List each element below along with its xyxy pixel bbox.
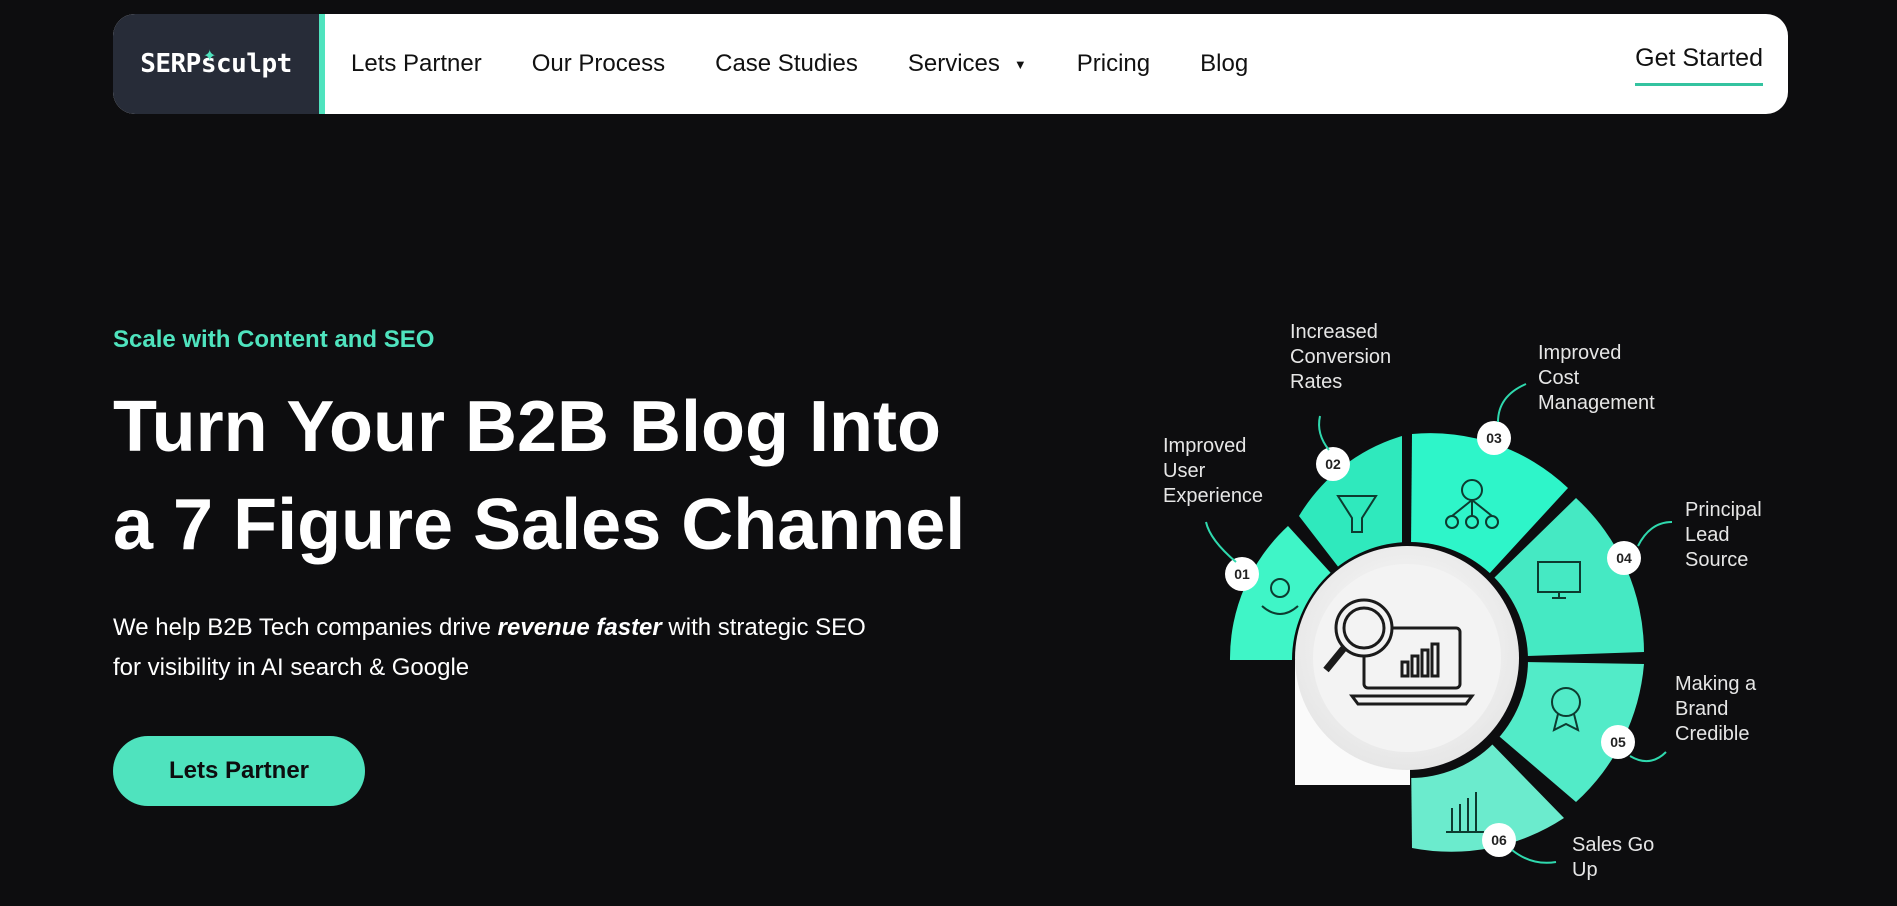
step-06-label: Sales Go Up: [1572, 833, 1654, 883]
arrow-02: [1318, 415, 1330, 451]
step-03-line: Management: [1538, 392, 1655, 414]
sparkle-icon: ✦: [203, 48, 217, 65]
step-02-label: Increased Conversion Rates: [1290, 320, 1391, 395]
badge-06-num: 06: [1491, 832, 1507, 848]
step-03-label: Improved Cost Management: [1538, 341, 1655, 416]
step-01-line: User: [1163, 460, 1206, 482]
nav-link-blog[interactable]: Blog: [1200, 50, 1248, 78]
badge-02-num: 02: [1325, 456, 1341, 472]
hero-subtext: We help B2B Tech companies drive revenue…: [113, 608, 873, 688]
badge-01-num: 01: [1234, 566, 1250, 582]
step-03-line: Cost: [1538, 367, 1580, 389]
sub-text-1: We help B2B Tech companies drive: [113, 614, 498, 641]
step-05-line: Making a: [1675, 673, 1757, 695]
logo[interactable]: SERPsculpt ✦: [113, 14, 325, 114]
sub-emphasis: revenue faster: [497, 614, 662, 641]
step-06-line: Sales Go: [1572, 834, 1655, 856]
step-05-label: Making a Brand Credible: [1675, 672, 1756, 747]
nav-link-services-label: Services: [907, 50, 1000, 77]
badge-05-num: 05: [1610, 734, 1626, 750]
headline-line-2: a 7 Figure Sales Channel: [113, 485, 966, 565]
hero-headline: Turn Your B2B Blog Into a 7 Figure Sales…: [113, 378, 1013, 574]
nav-link-case-studies[interactable]: Case Studies: [715, 50, 858, 78]
nav-link-pricing[interactable]: Pricing: [1077, 50, 1150, 78]
caret-down-icon: ▼: [1013, 56, 1027, 72]
nav-links: Lets Partner Our Process Case Studies Se…: [351, 50, 1298, 78]
infographic-graphic: 01 02 03 04 05 06: [1205, 383, 1673, 864]
step-02-line: Conversion: [1290, 346, 1392, 368]
step-03-line: Improved: [1538, 342, 1622, 364]
step-01-label: Improved User Experience: [1163, 434, 1263, 509]
step-04-label: Principal Lead Source: [1685, 498, 1762, 573]
arrow-05: [1629, 751, 1667, 763]
step-04-line: Lead: [1685, 524, 1730, 546]
top-navbar: SERPsculpt ✦ Lets Partner Our Process Ca…: [113, 14, 1788, 114]
arrow-01: [1205, 521, 1237, 563]
step-04-line: Principal: [1685, 499, 1762, 521]
step-06-line: Up: [1572, 859, 1598, 881]
arrow-04: [1637, 521, 1673, 547]
badge-04-num: 04: [1616, 550, 1632, 566]
step-02-line: Increased: [1290, 321, 1378, 343]
arrow-06: [1511, 849, 1557, 864]
headline-line-1: Turn Your B2B Blog Into: [113, 387, 941, 467]
nav-link-services[interactable]: Services ▼: [908, 50, 1027, 78]
step-01-line: Improved: [1163, 435, 1247, 457]
lets-partner-button[interactable]: Lets Partner: [113, 736, 365, 806]
get-started-link[interactable]: Get Started: [1635, 44, 1763, 86]
nav-link-our-process[interactable]: Our Process: [532, 50, 665, 78]
step-02-line: Rates: [1290, 371, 1343, 393]
arrow-03: [1497, 383, 1527, 423]
step-01-line: Experience: [1163, 485, 1264, 507]
nav-link-lets-partner[interactable]: Lets Partner: [351, 50, 482, 78]
badge-03-num: 03: [1486, 430, 1502, 446]
benefits-infographic: 01 02 03 04 05 06 Improved User Experien…: [1140, 310, 1780, 906]
step-05-line: Credible: [1675, 723, 1750, 745]
step-04-line: Source: [1685, 549, 1749, 571]
hero-eyebrow: Scale with Content and SEO: [113, 326, 435, 353]
step-05-line: Brand: [1675, 698, 1729, 720]
